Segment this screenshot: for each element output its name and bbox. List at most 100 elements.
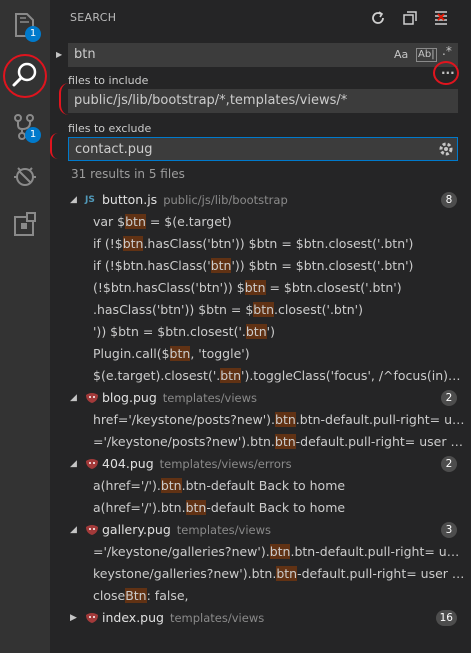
match-row[interactable]: var $btn = $(e.target) — [50, 211, 471, 233]
file-name: index.pug templates/views — [102, 610, 265, 625]
match-highlight: btn — [276, 566, 298, 581]
match-row[interactable]: if (!$btn.hasClass('btn')) $btn = $btn.c… — [50, 233, 471, 255]
match-segment: a(href='/').btn. — [93, 500, 186, 515]
file-result-row[interactable]: ◢ 404.pug templates/views/errors 2 — [50, 453, 471, 475]
exclude-label: files to exclude — [68, 122, 152, 135]
explorer-icon[interactable]: 1 — [8, 8, 42, 42]
results-summary: 31 results in 5 files — [71, 167, 185, 181]
match-text: if (!$btn.hasClass('btn')) $btn = $btn.c… — [93, 233, 465, 255]
match-segment: ')) $btn = $btn.closest('.btn') — [231, 258, 414, 273]
match-row[interactable]: if (!$btn.hasClass('btn')) $btn = $btn.c… — [50, 255, 471, 277]
regex-icon[interactable]: .* — [442, 44, 452, 58]
match-row[interactable]: ')) $btn = $btn.closest('.btn') — [50, 321, 471, 343]
exclude-input[interactable]: contact.pug — [68, 137, 458, 161]
annotation-circle-more — [433, 61, 459, 85]
match-row[interactable]: href='/keystone/posts?new').btn.btn-defa… — [50, 409, 471, 431]
match-highlight: btn — [125, 214, 146, 229]
clear-results-icon[interactable] — [431, 8, 451, 28]
match-segment: href='/keystone/posts?new'). — [93, 412, 276, 427]
annotation-circle — [3, 54, 47, 98]
match-segment: .closest('.btn') — [274, 302, 363, 317]
chevron-down-icon[interactable]: ◢ — [70, 189, 77, 211]
toggle-replace-icon[interactable]: ▶ — [56, 50, 62, 59]
annotation-mark-include — [59, 83, 71, 115]
file-path: templates/views — [162, 391, 258, 405]
match-highlight: btn — [210, 258, 232, 273]
annotation-mark-exclude — [50, 133, 60, 159]
source-control-icon[interactable]: 1 — [8, 110, 42, 144]
match-text: if (!$btn.hasClass('btn')) $btn = $btn.c… — [93, 255, 465, 277]
match-text: a(href='/').btn.btn-default Back to home — [93, 497, 465, 519]
match-row[interactable]: (!$btn.hasClass('btn')) $btn = $btn.clos… — [50, 277, 471, 299]
match-segment: .btn-default Back to home — [181, 478, 346, 493]
js-icon: JS — [85, 195, 95, 205]
match-row[interactable]: closeBtn: false, — [50, 585, 471, 607]
debug-icon[interactable] — [8, 160, 42, 194]
match-row[interactable]: ='/keystone/posts?new').btn.btn-default.… — [50, 431, 471, 453]
chevron-right-icon[interactable]: ▶ — [70, 607, 77, 629]
refresh-icon[interactable] — [368, 8, 388, 28]
match-highlight: btn — [253, 302, 275, 317]
file-path: templates/views — [176, 523, 272, 537]
match-segment: ') — [266, 324, 275, 339]
match-row[interactable]: a(href='/').btn.btn-default Back to home — [50, 497, 471, 519]
gear-icon[interactable] — [437, 140, 455, 158]
match-segment: -default.pull-right= user ? 'Ad... — [297, 566, 465, 581]
match-segment: .hasClass('btn')) $btn = $btn.closest('.… — [143, 236, 414, 251]
match-segment: : false, — [146, 588, 189, 603]
match-count-badge: 16 — [435, 610, 457, 626]
match-text: Plugin.call($btn, 'toggle') — [93, 343, 465, 365]
match-row[interactable]: keystone/galleries?new').btn.btn-default… — [50, 563, 471, 585]
include-input[interactable]: public/js/lib/bootstrap/*,templates/view… — [68, 89, 458, 113]
match-segment: keystone/galleries?new').btn. — [93, 566, 277, 581]
match-highlight: btn — [269, 544, 291, 559]
file-path: public/js/lib/bootstrap — [163, 193, 288, 207]
match-highlight: btn — [220, 368, 242, 383]
match-row[interactable]: .hasClass('btn')) $btn = $btn.closest('.… — [50, 299, 471, 321]
file-name: gallery.pug templates/views — [102, 522, 272, 537]
match-segment: ='/keystone/galleries?new'). — [93, 544, 270, 559]
match-row[interactable]: $(e.target).closest('.btn').toggleClass(… — [50, 365, 471, 387]
match-segment: (!$btn.hasClass('btn')) $ — [93, 280, 245, 295]
chevron-down-icon[interactable]: ◢ — [70, 387, 77, 409]
file-path: templates/views/errors — [159, 457, 292, 471]
match-highlight: btn — [160, 478, 182, 493]
match-text: a(href='/').btn.btn-default Back to home — [93, 475, 465, 497]
collapse-all-icon[interactable] — [400, 8, 420, 28]
file-name: button.js public/js/lib/bootstrap — [102, 192, 288, 207]
extensions-icon[interactable] — [8, 208, 42, 242]
explorer-badge: 1 — [25, 26, 41, 42]
match-segment: var $ — [93, 214, 126, 229]
match-case-icon[interactable]: Aa — [394, 48, 408, 61]
match-row[interactable]: a(href='/').btn.btn-default Back to home — [50, 475, 471, 497]
match-segment: -default.pull-right= user ? 'Wr... — [295, 434, 465, 449]
match-text: ='/keystone/galleries?new').btn.btn-defa… — [93, 541, 465, 563]
pug-icon — [85, 612, 99, 624]
match-segment: ').toggleClass('focus', /^focus(in)?$/.t… — [241, 368, 465, 383]
activity-bar: 1 1 — [0, 0, 50, 653]
match-segment: a(href='/'). — [93, 478, 161, 493]
match-count-badge: 2 — [441, 390, 457, 406]
file-result-row[interactable]: ◢ JS button.js public/js/lib/bootstrap 8 — [50, 189, 471, 211]
match-text: ')) $btn = $btn.closest('.btn') — [93, 321, 465, 343]
match-text: $(e.target).closest('.btn').toggleClass(… — [93, 365, 465, 387]
pug-icon — [85, 392, 99, 404]
match-whole-word-icon[interactable]: Ab| — [416, 48, 437, 62]
chevron-down-icon[interactable]: ◢ — [70, 453, 77, 475]
match-segment: if (!$ — [93, 236, 123, 251]
match-highlight: btn — [245, 324, 267, 339]
match-segment: .btn-default.pull-right= user ... — [295, 412, 465, 427]
file-result-row[interactable]: ◢ blog.pug templates/views 2 — [50, 387, 471, 409]
match-row[interactable]: Plugin.call($btn, 'toggle') — [50, 343, 471, 365]
file-result-row[interactable]: ▶ index.pug templates/views 16 — [50, 607, 471, 629]
match-segment: $(e.target).closest('. — [93, 368, 221, 383]
include-label: files to include — [68, 74, 149, 87]
match-segment: = $(e.target) — [145, 214, 232, 229]
match-text: href='/keystone/posts?new').btn.btn-defa… — [93, 409, 465, 431]
match-text: var $btn = $(e.target) — [93, 211, 465, 233]
file-result-row[interactable]: ◢ gallery.pug templates/views 3 — [50, 519, 471, 541]
search-query: btn — [74, 47, 96, 62]
file-path: templates/views — [169, 611, 265, 625]
match-row[interactable]: ='/keystone/galleries?new').btn.btn-defa… — [50, 541, 471, 563]
chevron-down-icon[interactable]: ◢ — [70, 519, 77, 541]
